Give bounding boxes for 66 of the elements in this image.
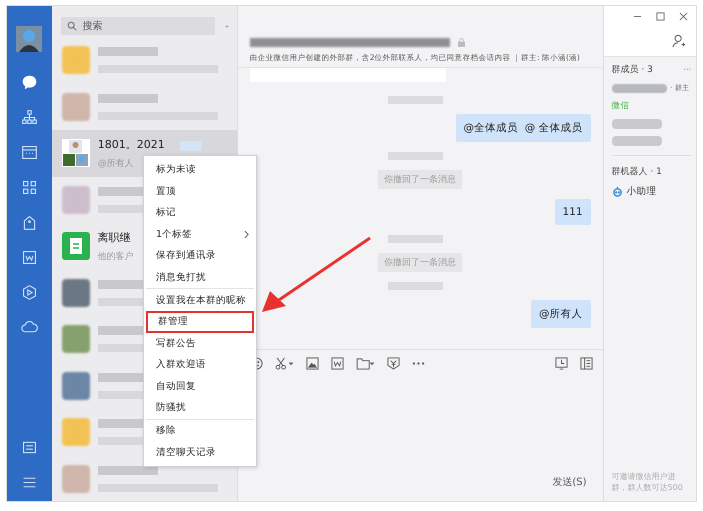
blurred-avatar xyxy=(62,186,90,214)
message-bubble: @所有人 xyxy=(531,300,591,328)
blurred-member xyxy=(612,136,662,146)
blurred-avatar xyxy=(62,464,90,493)
more-button[interactable]: ··· xyxy=(683,65,691,74)
menu-item[interactable]: 1个标签 xyxy=(146,224,254,245)
maximize-icon[interactable] xyxy=(656,12,665,21)
message-bubble: @全体成员 @ 全体成员 xyxy=(456,114,591,142)
blurred-member xyxy=(612,119,662,129)
close-icon[interactable] xyxy=(679,12,688,21)
search-field[interactable]: 搜索 xyxy=(60,17,215,35)
menu-item[interactable]: 移除 xyxy=(146,418,254,442)
chat-preview: 他的客户 xyxy=(98,250,134,263)
image-icon[interactable] xyxy=(306,356,319,370)
invite-hint: 可邀请微信用户进群，群人数可达500 xyxy=(612,470,684,493)
blurred-avatar xyxy=(62,92,90,121)
robot-name[interactable]: 小助理 xyxy=(626,185,657,198)
document-icon[interactable] xyxy=(20,249,38,266)
word-file-icon[interactable] xyxy=(330,356,344,370)
menu-item[interactable]: 清空聊天记录 xyxy=(146,442,254,463)
lock-icon xyxy=(458,38,465,47)
apps-icon[interactable] xyxy=(20,179,38,196)
add-member-icon[interactable] xyxy=(672,34,686,48)
members-title: 群成员 · 3 xyxy=(612,64,653,76)
app-icon xyxy=(62,232,90,260)
menu-item[interactable]: 标记 xyxy=(146,202,254,224)
menu-item[interactable]: 置顶 xyxy=(146,180,254,202)
history-icon[interactable] xyxy=(554,356,568,370)
blurred-avatar xyxy=(62,372,90,400)
group-avatar xyxy=(62,139,90,168)
menu-item[interactable]: 群管理 xyxy=(146,311,254,332)
menu-item[interactable]: 设置我在本群的昵称 xyxy=(146,288,254,311)
robots-title: 群机器人 · 1 xyxy=(612,166,663,178)
org-chart-icon[interactable] xyxy=(20,109,38,126)
recall-notice: 你撤回了一条消息 xyxy=(378,170,462,189)
send-button[interactable]: 发送(S) xyxy=(550,473,589,491)
chat-icon[interactable] xyxy=(20,74,38,91)
blurred-avatar xyxy=(62,325,90,354)
yuan-shield-icon[interactable] xyxy=(386,356,400,370)
menu-item[interactable]: 自动回复 xyxy=(146,376,254,397)
avatar[interactable] xyxy=(16,26,42,52)
blurred-avatar xyxy=(62,46,90,74)
blurred-member xyxy=(612,84,667,92)
search-icon xyxy=(66,21,77,31)
chat-preview: @所有人 xyxy=(98,158,134,170)
folder-icon[interactable] xyxy=(356,356,375,370)
chat-name: 离职继 xyxy=(98,230,132,245)
sidebar-toggle-icon[interactable] xyxy=(580,356,593,370)
wechat-label: 微信 xyxy=(612,100,631,112)
menu-item[interactable]: 保存到通讯录 xyxy=(146,245,254,266)
chevron-icon xyxy=(244,230,249,239)
blurred-avatar xyxy=(62,278,90,307)
menu-item[interactable]: 写群公告 xyxy=(146,332,254,354)
message-bubble: 111 xyxy=(554,199,591,225)
menu-item[interactable]: 防骚扰 xyxy=(146,397,254,418)
menu-item[interactable]: 消息免打扰 xyxy=(146,266,254,288)
blurred-avatar xyxy=(62,418,90,446)
scissors-icon[interactable] xyxy=(274,356,294,370)
menu-item[interactable]: 入群欢迎语 xyxy=(146,354,254,376)
calendar-icon[interactable] xyxy=(20,144,38,161)
recall-notice: 你撤回了一条消息 xyxy=(378,253,462,272)
hexagon-icon[interactable] xyxy=(20,284,38,301)
chat-name: 1801。2021 xyxy=(98,136,165,152)
blurred-tag xyxy=(180,141,202,151)
robot-icon xyxy=(612,186,623,197)
notes-icon[interactable] xyxy=(20,439,38,456)
